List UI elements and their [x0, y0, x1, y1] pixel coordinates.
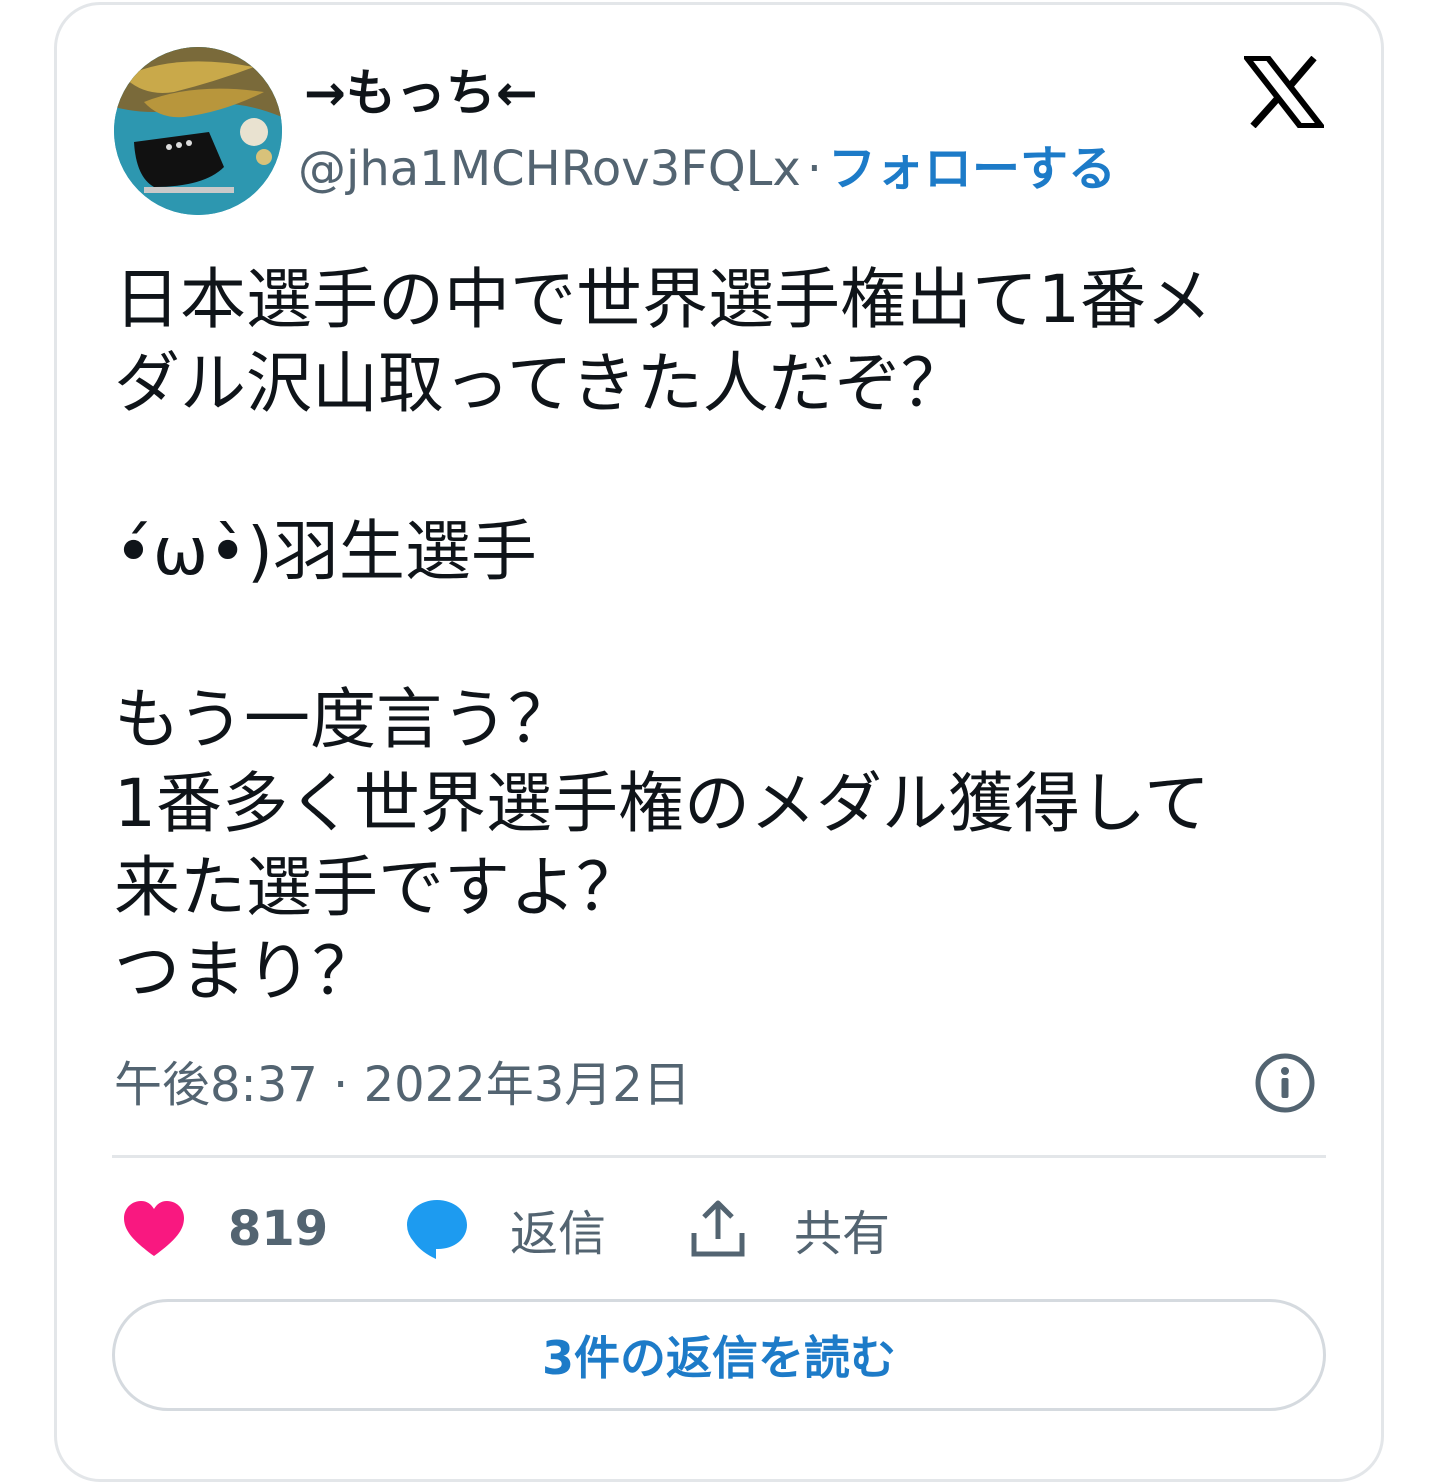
- read-replies-label: 3件の返信を読む: [541, 1331, 896, 1385]
- share-label: 共有: [794, 1206, 891, 1262]
- divider: [112, 1155, 1326, 1158]
- timestamp[interactable]: 午後8:37 · 2022年3月2日: [114, 1052, 691, 1118]
- avatar[interactable]: [114, 47, 282, 215]
- like-button[interactable]: 819: [122, 1194, 328, 1264]
- handle[interactable]: @jha1MCHRov3FQLx: [298, 141, 801, 197]
- share-upload-icon: [691, 1200, 745, 1257]
- display-name[interactable]: →もっち←: [304, 60, 538, 126]
- tweet-text: 日本選手の中で世界選手権出て1番メ ダル沢山取ってきた人だぞ？ •́ω•̀)羽生…: [114, 261, 1212, 1010]
- like-count: 819: [228, 1201, 329, 1257]
- share-button[interactable]: 共有: [688, 1194, 890, 1264]
- reply-button[interactable]: 返信: [406, 1194, 606, 1264]
- separator-dot: ·: [806, 141, 823, 197]
- handle-row: @jha1MCHRov3FQLx · フォローする: [298, 136, 1116, 202]
- speech-bubble-icon: [407, 1200, 467, 1259]
- heart-icon: [124, 1201, 184, 1256]
- read-replies-button[interactable]: 3件の返信を読む: [112, 1299, 1326, 1411]
- follow-button[interactable]: フォローする: [828, 141, 1116, 197]
- reply-label: 返信: [510, 1206, 607, 1262]
- info-icon[interactable]: [1254, 1052, 1316, 1114]
- x-logo-icon[interactable]: [1244, 56, 1324, 128]
